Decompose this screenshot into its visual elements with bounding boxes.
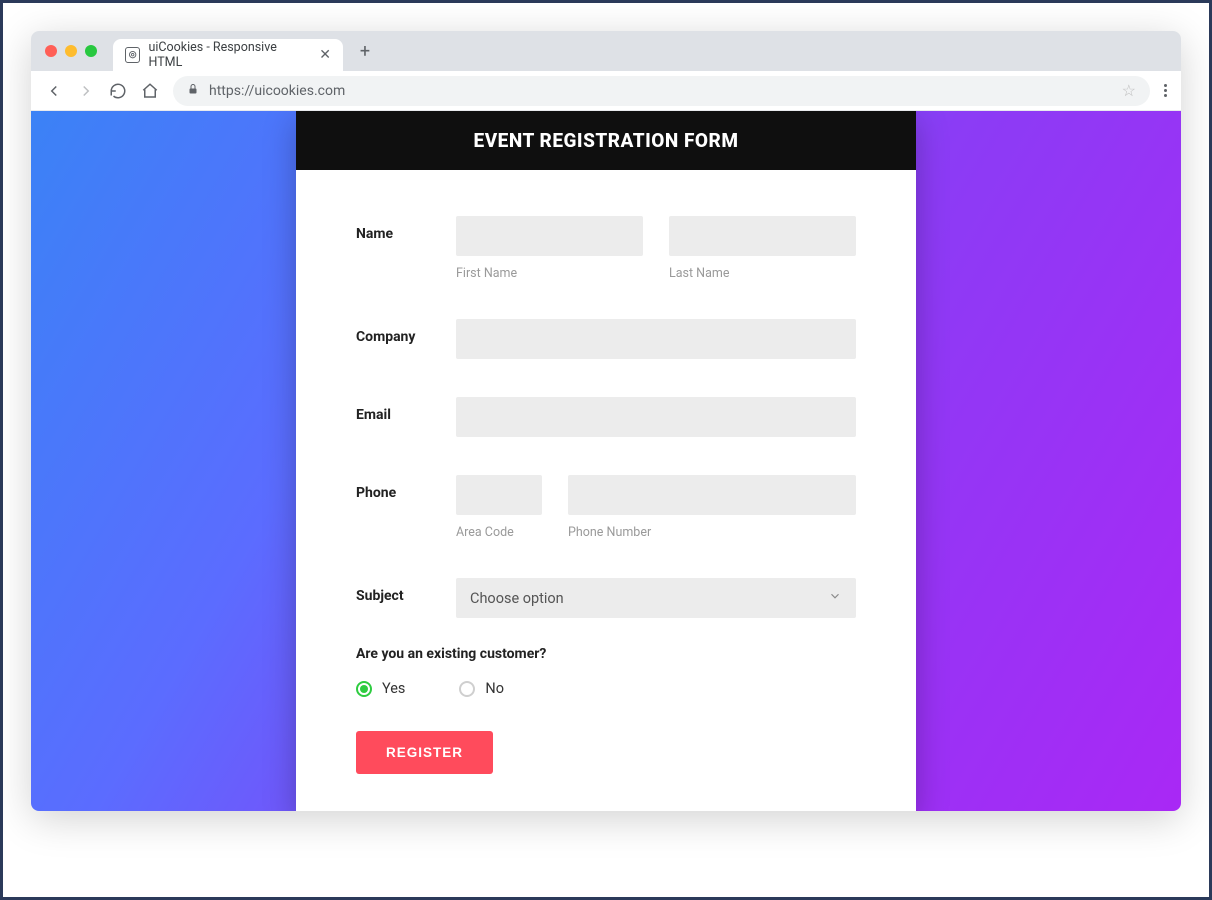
phone-number-input[interactable] [568,475,856,515]
radio-yes[interactable]: Yes [356,680,405,697]
subject-placeholder: Choose option [470,590,564,607]
lock-icon [187,83,199,98]
back-button[interactable] [45,82,63,100]
email-label: Email [356,397,456,437]
address-bar: https://uicookies.com ☆ [31,71,1181,111]
area-code-input[interactable] [456,475,542,515]
form-title: EVENT REGISTRATION FORM [296,111,916,170]
name-label: Name [356,216,456,281]
first-name-sublabel: First Name [456,266,643,281]
url-text: https://uicookies.com [209,83,345,99]
registration-form-card: EVENT REGISTRATION FORM Name First Name [296,111,916,811]
browser-tab[interactable]: ◎ uiCookies - Responsive HTML ✕ [113,39,343,71]
forward-button[interactable] [77,82,95,100]
company-input[interactable] [456,319,856,359]
close-tab-button[interactable]: ✕ [319,47,331,63]
area-code-sublabel: Area Code [456,525,542,540]
tab-bar: ◎ uiCookies - Responsive HTML ✕ + [31,31,1181,71]
last-name-sublabel: Last Name [669,266,856,281]
omnibox[interactable]: https://uicookies.com ☆ [173,76,1150,106]
radio-no-indicator [459,681,475,697]
company-label: Company [356,319,456,359]
subject-label: Subject [356,578,456,618]
chevron-down-icon [828,589,842,607]
home-button[interactable] [141,82,159,100]
last-name-input[interactable] [669,216,856,256]
email-input[interactable] [456,397,856,437]
register-button[interactable]: REGISTER [356,731,493,774]
bookmark-star-icon[interactable]: ☆ [1122,81,1136,100]
maximize-window-button[interactable] [85,45,97,57]
favicon-icon: ◎ [125,47,140,63]
phone-label: Phone [356,475,456,540]
browser-menu-button[interactable] [1164,84,1167,97]
browser-window: ◎ uiCookies - Responsive HTML ✕ + [31,31,1181,811]
close-window-button[interactable] [45,45,57,57]
subject-select[interactable]: Choose option [456,578,856,618]
first-name-input[interactable] [456,216,643,256]
minimize-window-button[interactable] [65,45,77,57]
new-tab-button[interactable]: + [351,37,379,65]
radio-no[interactable]: No [459,680,504,697]
radio-yes-label: Yes [382,680,405,697]
radio-yes-indicator [356,681,372,697]
phone-number-sublabel: Phone Number [568,525,856,540]
existing-customer-question: Are you an existing customer? [356,646,856,662]
page-viewport: EVENT REGISTRATION FORM Name First Name [31,111,1181,811]
radio-no-label: No [485,680,504,697]
reload-button[interactable] [109,82,127,100]
tab-title: uiCookies - Responsive HTML [148,40,307,70]
window-controls [45,31,113,71]
